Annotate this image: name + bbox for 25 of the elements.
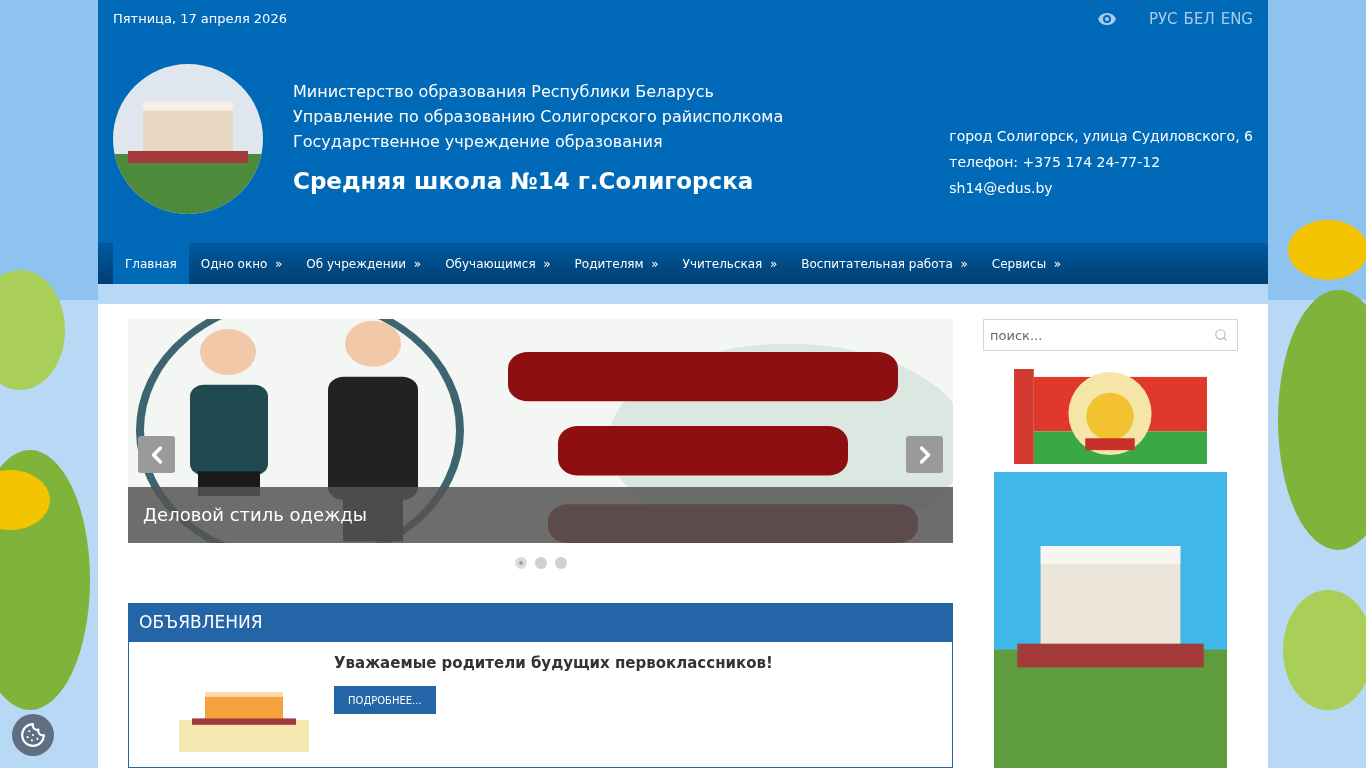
announcement-title: Уважаемые родители будущих первоклассников! xyxy=(334,652,773,674)
header-line: Государственное учреждение образования xyxy=(293,131,664,154)
more-button[interactable]: ПОДРОБНЕЕ... xyxy=(334,686,436,715)
contact-line: телефон: +375 174 24-77-12 xyxy=(949,153,1162,172)
contact-line: sh14@edus.by xyxy=(949,179,1054,198)
cookie-icon xyxy=(20,722,46,748)
nav-item[interactable]: Сервисы » xyxy=(979,243,1074,284)
search-field[interactable]: поиск... xyxy=(983,319,1238,351)
previous-button[interactable] xyxy=(138,436,175,473)
panel-title: ОБЪЯВЛЕНИЯ xyxy=(139,611,263,635)
nav-item[interactable]: Родителям » xyxy=(562,243,671,284)
nav-item[interactable]: Одно окно » xyxy=(188,243,295,284)
header-line: Министерство образования Республики Беларусь xyxy=(293,81,715,104)
nav-item[interactable]: Обучающимся » xyxy=(433,243,563,284)
current-date: Пятница, 17 апреля 2026 xyxy=(113,10,287,29)
search-icon[interactable] xyxy=(1214,328,1228,342)
nav-item[interactable]: Воспитательная работа » xyxy=(789,243,980,284)
header-line: Управление по образованию Солигорского райисполкома xyxy=(293,106,784,129)
nav-item[interactable]: Учительская » xyxy=(670,243,790,284)
contact-line: город Солигорск, улица Судиловского, 6 xyxy=(949,127,1253,146)
slide-caption: Деловой стиль одежды xyxy=(143,503,367,528)
nav-item[interactable]: Об учреждении » xyxy=(294,243,434,284)
next-button[interactable] xyxy=(906,436,943,473)
school-name: Средняя школа №14 г.Солигорска xyxy=(293,167,755,197)
nav-item[interactable]: Главная xyxy=(113,243,189,284)
